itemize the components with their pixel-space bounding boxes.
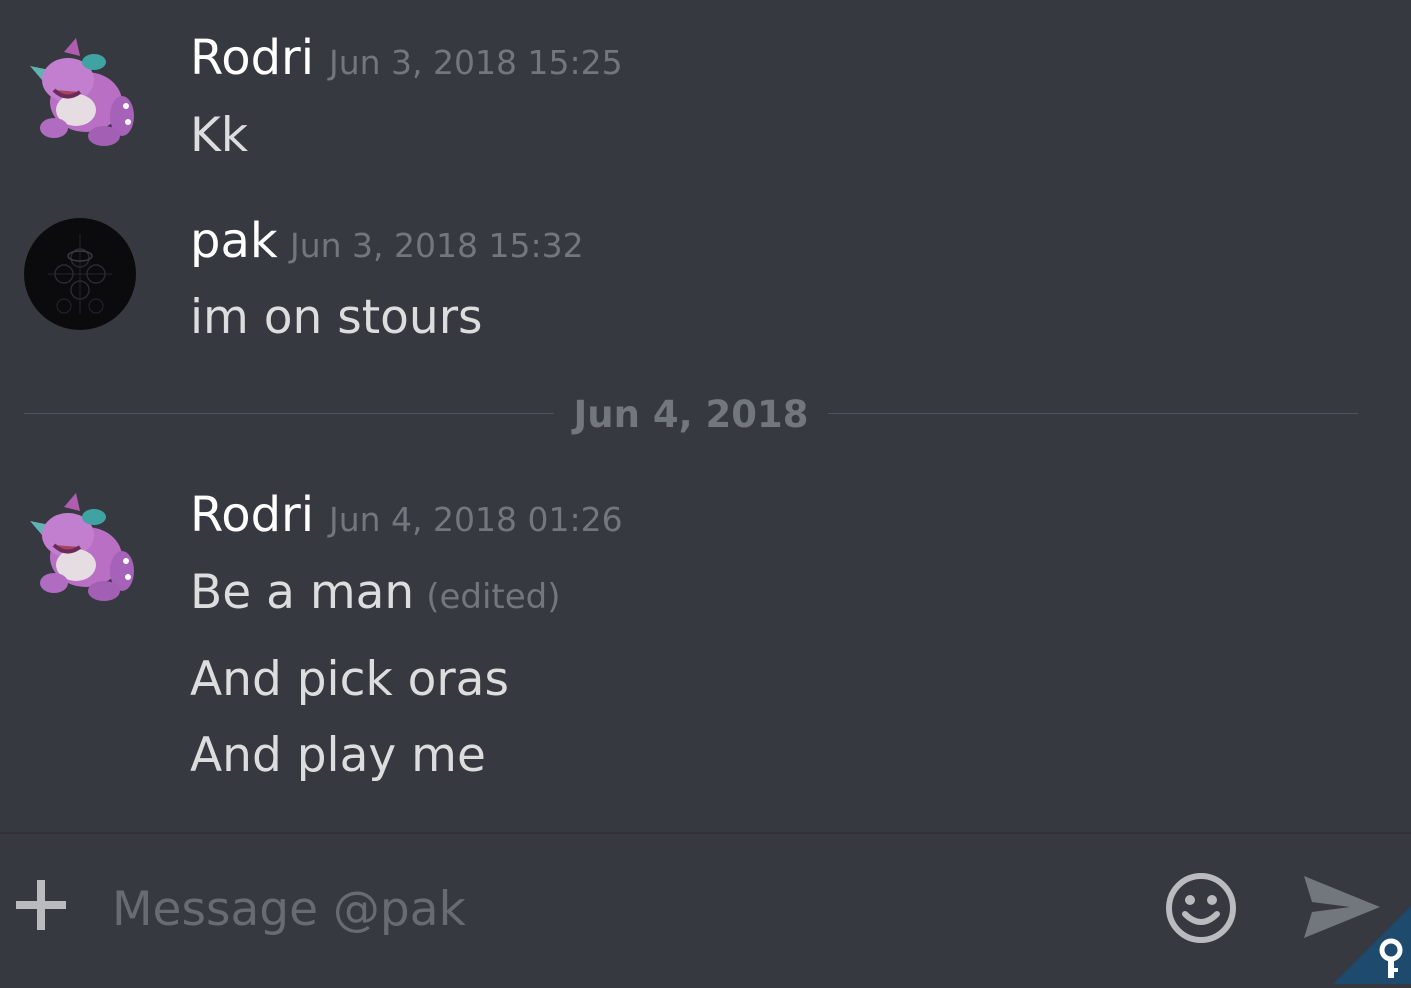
date-divider: Jun 4, 2018	[573, 393, 809, 436]
message-input[interactable]	[112, 874, 1112, 944]
message-timestamp: Jun 3, 2018 15:25	[329, 43, 623, 82]
message-text: And pick oras	[190, 652, 509, 707]
emoji-icon	[1166, 873, 1236, 943]
plus-icon	[16, 880, 66, 930]
key-badge[interactable]	[1333, 906, 1411, 984]
message-timestamp: Jun 3, 2018 15:32	[290, 226, 584, 265]
message-text: Be a man (edited)	[190, 569, 561, 616]
message-composer	[0, 832, 1411, 984]
attach-button[interactable]	[14, 878, 68, 932]
nidoking-avatar-image	[30, 493, 134, 601]
edited-label: (edited)	[426, 577, 561, 617]
message-list: Rodri Jun 3, 2018 15:25 Kk pak Jun 3, 20…	[0, 0, 1411, 832]
key-icon	[1333, 906, 1411, 984]
message-text: Kk	[190, 108, 249, 163]
emoji-button[interactable]	[1163, 870, 1239, 946]
message-text: And play me	[190, 728, 486, 783]
message-author[interactable]: pak	[190, 217, 278, 265]
date-divider-line-right	[828, 413, 1358, 414]
pak-avatar[interactable]	[24, 218, 136, 330]
message-author[interactable]: Rodri	[190, 34, 314, 82]
rodri-avatar[interactable]	[24, 491, 136, 603]
message-text: im on stours	[190, 290, 483, 345]
dark-emblem-avatar-image	[24, 218, 136, 330]
message-timestamp: Jun 4, 2018 01:26	[329, 500, 623, 539]
date-divider-line-left	[24, 413, 554, 414]
rodri-avatar[interactable]	[24, 36, 136, 148]
nidoking-avatar-image	[30, 38, 134, 146]
message-text-body: Be a man	[190, 565, 415, 620]
message-author[interactable]: Rodri	[190, 491, 314, 539]
